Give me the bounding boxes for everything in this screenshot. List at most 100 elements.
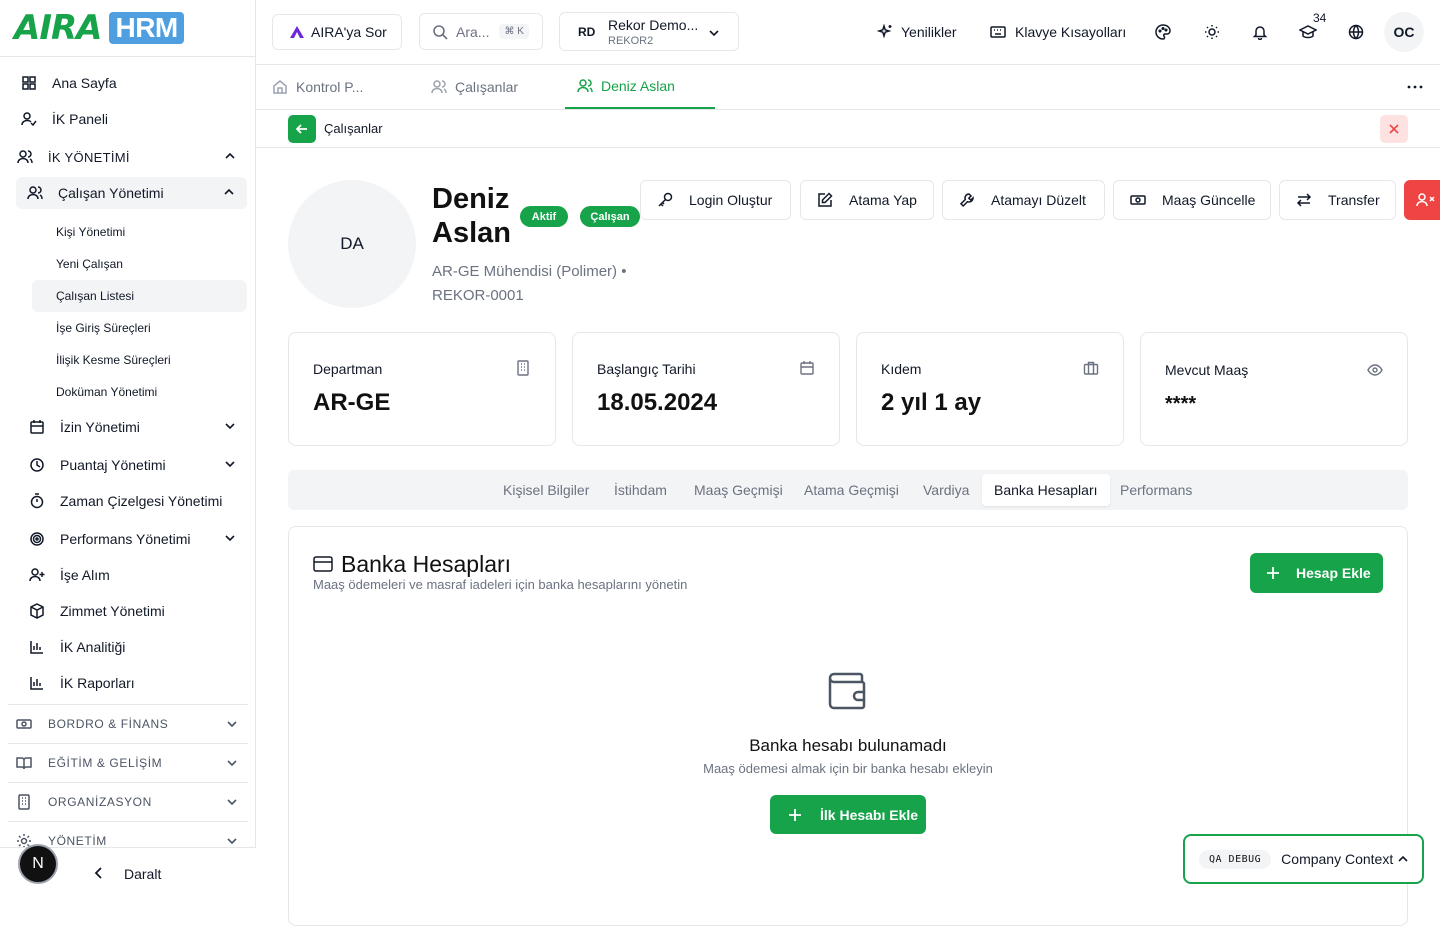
tab-banka-hesaplari[interactable]: Banka Hesapları	[982, 474, 1110, 506]
tab-kontrol-paneli[interactable]: Kontrol P...	[272, 65, 363, 109]
banknote-icon	[16, 715, 34, 733]
employee-sub-tabs: Kişisel Bilgiler İstihdam Maaş Geçmişi A…	[288, 470, 1408, 510]
sidebar-item-ise-alim[interactable]: İşe Alım	[8, 559, 248, 591]
sidebar-item-ik-raporlari[interactable]: İK Raporları	[8, 667, 248, 699]
sidebar-subitem-dokuman[interactable]: Doküman Yönetimi	[32, 376, 247, 408]
sidebar-subitem-ilisik-kesme[interactable]: İlişik Kesme Süreçleri	[32, 344, 247, 376]
calendar-icon	[28, 418, 46, 436]
button-label: Login Oluştur	[689, 192, 773, 208]
sidebar-subitem-kisi-yonetimi[interactable]: Kişi Yönetimi	[32, 216, 247, 248]
bell-icon[interactable]	[1248, 20, 1272, 44]
whats-new-button[interactable]: Yenilikler	[877, 20, 957, 44]
sidebar-item-zaman-cizelgesi[interactable]: Zaman Çizelgesi Yönetimi	[8, 485, 248, 517]
user-x-icon	[1416, 192, 1436, 208]
search-shortcut: ⌘ K	[499, 24, 529, 39]
logo-badge: HRM	[109, 12, 184, 44]
timer-icon	[28, 492, 46, 510]
close-button[interactable]	[1380, 115, 1408, 143]
banknote-icon	[1130, 192, 1146, 208]
button-label: Atama Yap	[849, 192, 917, 208]
atama-yap-button[interactable]: Atama Yap	[800, 180, 934, 220]
sidebar-item-label: İzin Yönetimi	[60, 419, 140, 435]
topbar: AIRA'ya Sor Ara... ⌘ K RD Rekor Demo... …	[256, 0, 1440, 65]
sidebar-subitem-label: Doküman Yönetimi	[56, 385, 158, 399]
sun-icon[interactable]	[1200, 20, 1224, 44]
tab-performans[interactable]: Performans	[1108, 474, 1204, 506]
briefcase-icon	[1083, 360, 1099, 376]
sidebar-section-label: İK YÖNETİMİ	[48, 149, 130, 165]
whats-new-label: Yenilikler	[901, 24, 957, 40]
logo-text: AIRA	[14, 8, 102, 48]
sidebar-section-ik-yonetimi[interactable]: İK YÖNETİMİ	[8, 141, 248, 173]
employee-name: Deniz Aslan	[432, 183, 511, 249]
sidebar-item-label: İşe Alım	[60, 567, 110, 583]
employee-code: REKOR-0001	[432, 287, 524, 304]
building-icon	[515, 360, 531, 376]
user-plus-icon	[28, 566, 46, 584]
tab-maas-gecmisi[interactable]: Maaş Geçmişi	[682, 474, 795, 506]
search-placeholder: Ara...	[456, 23, 490, 40]
sidebar-item-zimmet[interactable]: Zimmet Yönetimi	[8, 595, 248, 627]
sidebar-subitem-label: İşe Giriş Süreçleri	[56, 321, 151, 335]
empty-state-description: Maaş ödemesi almak için bir banka hesabı…	[703, 761, 993, 776]
search-icon	[432, 24, 448, 40]
sidebar-item-ana-sayfa[interactable]: Ana Sayfa	[8, 67, 248, 99]
sidebar-item-performans[interactable]: Performans Yönetimi	[8, 523, 248, 555]
sidebar-item-label: Zaman Çizelgesi Yönetimi	[60, 493, 223, 509]
tab-deniz-aslan[interactable]: Deniz Aslan	[565, 65, 715, 109]
qa-debug-pill: QA DEBUG	[1199, 849, 1272, 869]
tab-calisanlar[interactable]: Çalışanlar	[431, 65, 518, 109]
eye-icon[interactable]	[1367, 362, 1383, 378]
user-avatar-n[interactable]: N	[18, 844, 58, 884]
panel-description: Maaş ödemeleri ve masraf iadeleri için b…	[313, 577, 688, 592]
tab-atama-gecmisi[interactable]: Atama Geçmişi	[792, 474, 911, 506]
ask-aira-button[interactable]: AIRA'ya Sor	[272, 14, 402, 50]
breadcrumb: Çalışanlar	[256, 110, 1440, 148]
keyboard-shortcuts-button[interactable]: Klavye Kısayolları	[990, 20, 1126, 44]
arrow-left-icon	[295, 122, 309, 136]
employee-subtitle: AR-GE Mühendisi (Polimer) • REKOR-0001	[432, 260, 626, 308]
grid-icon	[20, 74, 38, 92]
sidebar-item-puantaj[interactable]: Puantaj Yönetimi	[8, 449, 248, 481]
search-input[interactable]: Ara... ⌘ K	[419, 13, 543, 50]
chevron-down-icon	[226, 718, 238, 730]
back-button[interactable]	[288, 115, 316, 143]
globe-icon[interactable]	[1344, 20, 1368, 44]
user-check-icon	[20, 110, 38, 128]
chevron-down-icon	[224, 420, 236, 432]
button-label: Maaş Güncelle	[1162, 192, 1256, 208]
collapse-sidebar-button[interactable]: Daralt	[124, 866, 161, 882]
sidebar-item-ik-analitigi[interactable]: İK Analitiği	[8, 631, 248, 663]
stat-value: ****	[1165, 393, 1197, 415]
sidebar-subitem-calisan-listesi[interactable]: Çalışan Listesi	[32, 280, 247, 312]
atamayi-duzelt-button[interactable]: Atamayı Düzelt	[942, 180, 1105, 220]
keyboard-icon	[990, 24, 1006, 40]
tab-kisisel-bilgiler[interactable]: Kişisel Bilgiler	[491, 474, 601, 506]
sidebar-item-calisan-yonetimi[interactable]: Çalışan Yönetimi	[16, 177, 247, 209]
transfer-button[interactable]: Transfer	[1279, 180, 1396, 220]
logo[interactable]: AIRA HRM	[0, 0, 255, 57]
remove-employee-button[interactable]	[1404, 180, 1440, 220]
sidebar-subitem-label: Kişi Yönetimi	[56, 225, 126, 239]
user-avatar[interactable]: OC	[1384, 12, 1424, 52]
tab-istihdam[interactable]: İstihdam	[602, 474, 679, 506]
sidebar-item-ik-paneli[interactable]: İK Paneli	[8, 103, 248, 135]
sidebar-subitem-yeni-calisan[interactable]: Yeni Çalışan	[32, 248, 247, 280]
tab-label: Deniz Aslan	[601, 78, 675, 94]
users-icon	[26, 184, 44, 202]
sidebar-section-organizasyon[interactable]: ORGANİZASYON	[8, 782, 248, 820]
login-olustur-button[interactable]: Login Oluştur	[640, 180, 791, 220]
add-first-account-button[interactable]: İlk Hesabı Ekle	[770, 795, 926, 834]
page-tabs: Kontrol P... Çalışanlar Deniz Aslan	[256, 65, 1440, 110]
sidebar-item-izin-yonetimi[interactable]: İzin Yönetimi	[8, 411, 248, 443]
tab-vardiya[interactable]: Vardiya	[911, 474, 981, 506]
more-options-icon[interactable]	[1406, 80, 1424, 94]
bar-chart-icon	[28, 674, 46, 692]
sidebar-subitem-ise-giris[interactable]: İşe Giriş Süreçleri	[32, 312, 247, 344]
company-switcher[interactable]: RD Rekor Demo... REKOR2	[559, 12, 739, 51]
chevron-down-icon	[708, 27, 720, 39]
maas-guncelle-button[interactable]: Maaş Güncelle	[1113, 180, 1271, 220]
qa-debug-widget[interactable]: QA DEBUG Company Context	[1183, 834, 1424, 884]
palette-icon[interactable]	[1151, 20, 1175, 44]
add-account-button[interactable]: Hesap Ekle	[1250, 553, 1383, 593]
